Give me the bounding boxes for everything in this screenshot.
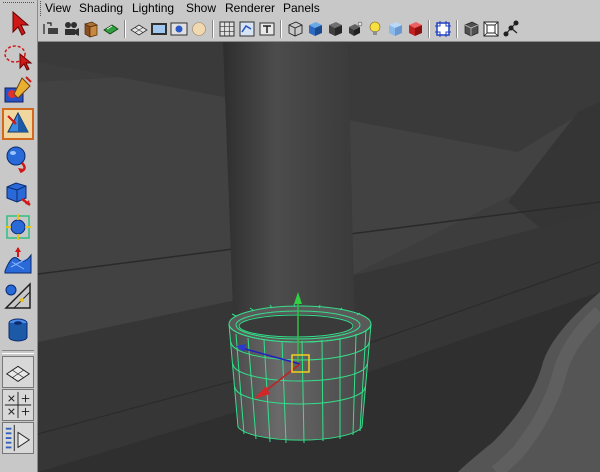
resolution-gate-icon [170, 22, 188, 36]
textured-button[interactable] [386, 20, 404, 38]
shaded-wireframe-button[interactable] [346, 20, 364, 38]
universal-manipulator-button[interactable] [2, 211, 34, 243]
xray-cube-icon [464, 21, 479, 37]
xray-button[interactable] [462, 20, 480, 38]
wireframe-grid-button[interactable] [218, 20, 236, 38]
menu-shading[interactable]: Shading [78, 1, 124, 16]
red-cube-icon [409, 22, 422, 36]
joint-xray-button[interactable] [502, 20, 520, 38]
safe-action-button[interactable] [190, 20, 208, 38]
text-box-icon [259, 22, 275, 36]
text-overlay-button[interactable] [258, 20, 276, 38]
menu-panels[interactable]: Panels [282, 1, 321, 16]
panel-toolbar [38, 17, 600, 42]
sphere-icon [192, 22, 206, 36]
toolbox [0, 0, 38, 472]
bookmarks-button[interactable] [82, 20, 100, 38]
uv-layout-icon [239, 21, 255, 37]
scale-tool-button[interactable] [2, 177, 34, 209]
wireframe-cube-icon [288, 21, 303, 37]
single-perspective-layout-button[interactable] [2, 356, 34, 388]
universal-manipulator-icon [5, 214, 31, 240]
camera-attributes-button[interactable] [62, 20, 80, 38]
paint-select-icon [4, 76, 32, 103]
rotate-tool-button[interactable] [2, 143, 34, 175]
toolbox-grip[interactable] [3, 2, 34, 6]
light-bulb-icon [369, 21, 381, 35]
four-view-layout-button[interactable] [2, 389, 34, 421]
isolate-select-button[interactable] [434, 20, 452, 38]
checker-grid-icon [219, 21, 235, 37]
film-gate-button[interactable] [150, 20, 168, 38]
toolbar-separator [428, 20, 430, 38]
lasso-select-icon [4, 45, 33, 71]
perspective-viewport[interactable] [38, 42, 600, 472]
toolbar-separator [456, 20, 458, 38]
movie-camera-icon [65, 22, 79, 36]
frame-all-button[interactable] [482, 20, 500, 38]
textured-cube-icon [389, 22, 402, 36]
menu-show[interactable]: Show [185, 1, 217, 16]
outliner-layout-icon [5, 424, 31, 452]
soft-modification-icon [4, 247, 32, 274]
smooth-shaded-cube-icon [309, 22, 322, 36]
select-tool-button[interactable] [2, 7, 34, 39]
move-tool-icon [7, 111, 29, 133]
wireframe-shading-button[interactable] [286, 20, 304, 38]
last-tool-used-button[interactable] [2, 314, 34, 346]
panel-menu-bar: View Shading Lighting Show Renderer Pane… [38, 0, 600, 17]
joint-chain-icon [503, 20, 519, 37]
four-view-layout-icon [4, 391, 32, 419]
lasso-tool-button[interactable] [2, 40, 34, 72]
grid-toggle-button[interactable] [130, 20, 148, 38]
single-perspective-layout-icon [5, 365, 31, 382]
bounding-box-cube-icon [349, 21, 363, 36]
menu-renderer[interactable]: Renderer [224, 1, 276, 16]
show-manipulator-icon [4, 282, 31, 309]
resolution-gate-button[interactable] [170, 20, 188, 38]
image-plane-button[interactable] [102, 20, 120, 38]
select-camera-icon [43, 22, 58, 34]
select-camera-button[interactable] [42, 20, 60, 38]
paint-select-tool-button[interactable] [2, 74, 34, 106]
rotate-tool-icon [6, 146, 26, 174]
toolbar-separator [280, 20, 282, 38]
isolate-select-icon [435, 21, 451, 37]
toolbar-separator [124, 20, 126, 38]
uv-view-button[interactable] [238, 20, 256, 38]
move-tool-button[interactable] [2, 108, 34, 140]
frame-all-icon [483, 21, 499, 37]
use-all-lights-button[interactable] [366, 20, 384, 38]
image-plane-icon [103, 24, 119, 35]
scale-tool-icon [6, 182, 31, 206]
flat-shaded-cube-icon [329, 22, 342, 36]
outliner-layout-button[interactable] [2, 422, 34, 454]
toolbox-separator [2, 350, 34, 354]
soft-modification-button[interactable] [2, 245, 34, 277]
last-tool-used-icon [8, 318, 28, 342]
select-arrow-icon [12, 10, 30, 36]
menu-view[interactable]: View [44, 1, 72, 16]
selected-ring-hole [238, 314, 354, 338]
smooth-shade-button[interactable] [306, 20, 324, 38]
pillar-cylinder [223, 42, 355, 337]
toolbar-separator [212, 20, 214, 38]
show-manipulator-button[interactable] [2, 280, 34, 312]
shadows-button[interactable] [406, 20, 424, 38]
film-gate-icon [151, 23, 167, 35]
book-icon [84, 21, 98, 38]
grid-icon [130, 24, 148, 36]
viewport-scene [38, 42, 600, 472]
menu-lighting[interactable]: Lighting [131, 1, 175, 16]
flat-shade-button[interactable] [326, 20, 344, 38]
